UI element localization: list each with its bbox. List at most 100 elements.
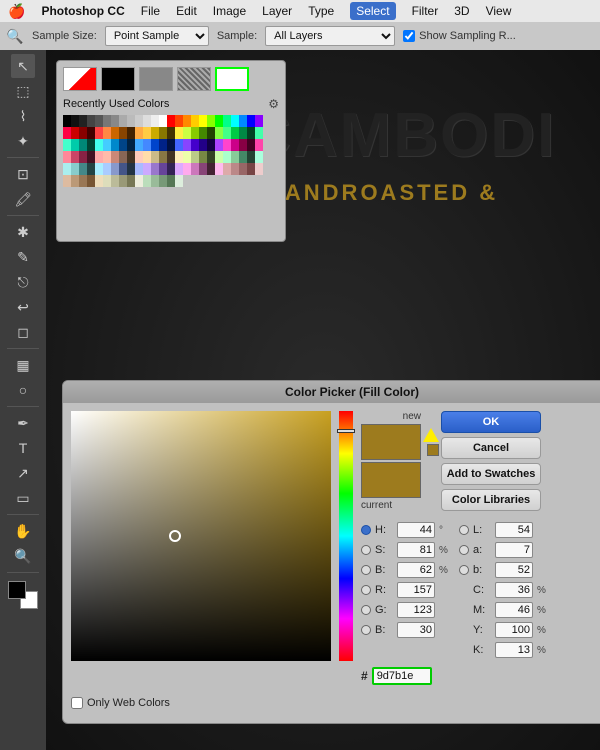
menu-image[interactable]: Image [213,4,246,18]
color-swatch-cell[interactable] [71,175,79,187]
color-swatch-cell[interactable] [247,139,255,151]
menu-layer[interactable]: Layer [262,4,292,18]
lasso-tool[interactable]: ⌇ [11,104,35,128]
color-swatch-cell[interactable] [207,115,215,127]
color-swatch-cell[interactable] [231,139,239,151]
color-swatch-cell[interactable] [239,151,247,163]
brightness-radio[interactable] [361,565,371,575]
color-swatch-cell[interactable] [151,115,159,127]
color-swatch-cell[interactable] [63,175,71,187]
b-lab-radio[interactable] [459,565,469,575]
color-swatch-cell[interactable] [143,163,151,175]
color-swatch-cell[interactable] [255,127,263,139]
color-swatch-cell[interactable] [103,139,111,151]
color-swatch-cell[interactable] [239,139,247,151]
path-selection-tool[interactable]: ↗ [11,461,35,485]
color-swatch-cell[interactable] [167,127,175,139]
color-swatch-cell[interactable] [183,139,191,151]
color-swatch-cell[interactable] [223,139,231,151]
hex-input[interactable] [372,667,432,685]
color-swatch-cell[interactable] [159,163,167,175]
color-swatch-cell[interactable] [191,151,199,163]
color-swatch-cell[interactable] [103,151,111,163]
color-swatch-cell[interactable] [71,115,79,127]
color-swatch-cell[interactable] [207,163,215,175]
color-swatch-cell[interactable] [183,127,191,139]
color-swatch-cell[interactable] [159,115,167,127]
color-swatch-cell[interactable] [255,139,263,151]
color-swatch-cell[interactable] [247,127,255,139]
color-swatch-cell[interactable] [87,151,95,163]
color-swatch-cell[interactable] [111,175,119,187]
color-swatch-cell[interactable] [119,115,127,127]
move-tool[interactable]: ↖ [11,54,35,78]
color-swatch-cell[interactable] [199,127,207,139]
color-swatch-cell[interactable] [111,127,119,139]
color-swatch-cell[interactable] [103,127,111,139]
preset-gray[interactable] [139,67,173,91]
color-swatch-cell[interactable] [239,115,247,127]
color-swatch-cell[interactable] [199,115,207,127]
color-swatch-cell[interactable] [143,127,151,139]
marquee-tool[interactable]: ⬚ [11,79,35,103]
color-swatch-cell[interactable] [135,163,143,175]
a-radio[interactable] [459,545,469,555]
color-swatch-cell[interactable] [215,151,223,163]
green-input[interactable] [397,602,435,618]
color-swatch-cell[interactable] [63,139,71,151]
blue-radio[interactable] [361,625,371,635]
color-swatch-cell[interactable] [119,127,127,139]
color-swatch-cell[interactable] [191,163,199,175]
color-swatch-cell[interactable] [151,175,159,187]
preset-black[interactable] [101,67,135,91]
hue-radio[interactable] [361,525,371,535]
color-swatch-cell[interactable] [87,139,95,151]
color-swatch-cell[interactable] [207,127,215,139]
dodge-tool[interactable]: ○ [11,378,35,402]
crop-tool[interactable]: ⊡ [11,162,35,186]
color-swatch-cell[interactable] [151,163,159,175]
color-swatch-cell[interactable] [95,127,103,139]
color-swatch-cell[interactable] [255,115,263,127]
l-radio[interactable] [459,525,469,535]
color-swatch-cell[interactable] [247,115,255,127]
history-brush-tool[interactable]: ↩ [11,295,35,319]
preset-active[interactable] [215,67,249,91]
color-swatch-cell[interactable] [63,127,71,139]
menu-view[interactable]: View [486,4,512,18]
color-swatch-cell[interactable] [183,115,191,127]
color-swatch-cell[interactable] [239,127,247,139]
color-swatch-cell[interactable] [71,163,79,175]
color-swatch-cell[interactable] [175,151,183,163]
ok-button[interactable]: OK [441,411,541,433]
sample-size-select[interactable]: Point Sample 3 by 3 Average 5 by 5 Avera… [105,26,209,46]
color-swatch-cell[interactable] [223,163,231,175]
hue-slider-thumb[interactable] [337,429,355,433]
color-swatch-cell[interactable] [143,151,151,163]
menu-file[interactable]: File [141,4,160,18]
color-swatch-cell[interactable] [167,175,175,187]
color-swatch-cell[interactable] [199,163,207,175]
color-swatch-cell[interactable] [143,175,151,187]
magenta-input[interactable] [495,602,533,618]
color-swatch-cell[interactable] [111,163,119,175]
foreground-color-swatch[interactable] [8,581,26,599]
color-swatch-cell[interactable] [135,115,143,127]
color-swatch-cell[interactable] [95,163,103,175]
sample-select[interactable]: All Layers Current Layer [265,26,395,46]
apple-menu[interactable]: 🍎 [8,3,25,20]
color-swatch-cell[interactable] [167,115,175,127]
color-swatch-cell[interactable] [175,127,183,139]
swatches-settings-icon[interactable]: ⚙ [268,97,279,111]
color-swatch-cell[interactable] [111,115,119,127]
shape-tool[interactable]: ▭ [11,486,35,510]
color-swatch-cell[interactable] [199,139,207,151]
brightness-input[interactable] [397,562,435,578]
color-swatch-cell[interactable] [191,127,199,139]
color-swatch-cell[interactable] [87,175,95,187]
color-swatch-cell[interactable] [175,115,183,127]
color-swatch-cell[interactable] [255,151,263,163]
red-input[interactable] [397,582,435,598]
cancel-button[interactable]: Cancel [441,437,541,459]
color-swatch-cell[interactable] [191,139,199,151]
